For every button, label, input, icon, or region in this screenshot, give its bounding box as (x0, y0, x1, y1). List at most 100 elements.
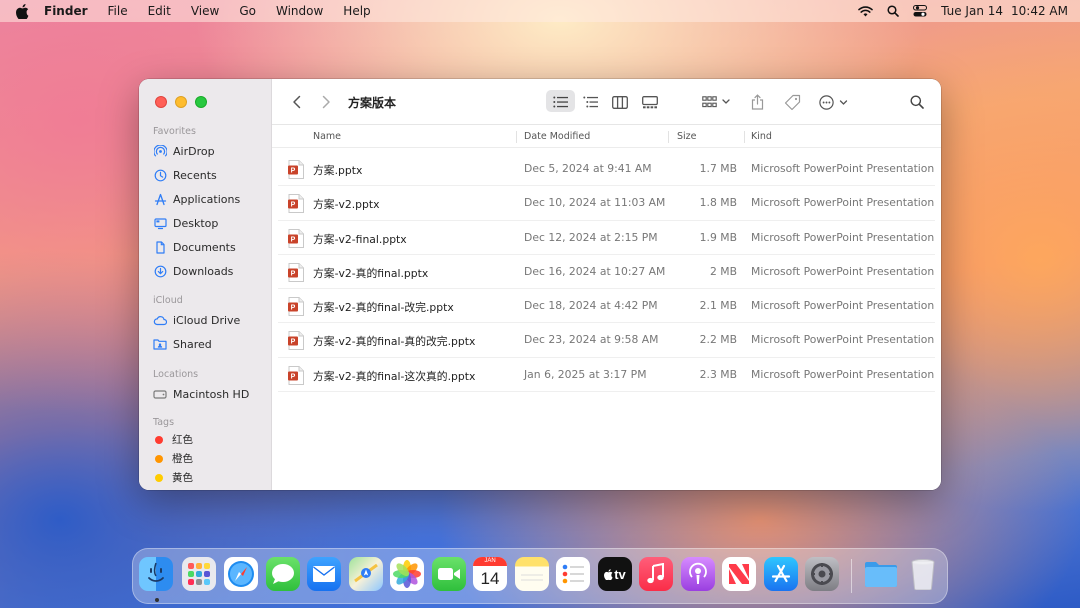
music-dock-icon[interactable] (639, 557, 673, 591)
search-button[interactable] (909, 79, 925, 125)
tag-button[interactable] (782, 79, 802, 125)
file-kind: Microsoft PowerPoint Presentation (751, 162, 935, 175)
sidebar-item-recents[interactable]: Recents (139, 163, 272, 187)
wifi-icon[interactable] (858, 5, 873, 17)
tag-label-red: 红色 (172, 434, 193, 446)
sidebar-label-documents: Documents (173, 240, 236, 254)
folder-dock-icon[interactable] (864, 557, 898, 591)
column-date-modified[interactable]: Date Modified (524, 131, 590, 142)
sidebar: Favorites AirDrop Recents Applications D… (139, 79, 272, 490)
column-size[interactable]: Size (677, 131, 697, 142)
file-name: 方案-v2-真的final-改完.pptx (313, 301, 454, 315)
file-name: 方案-v2-真的final.pptx (313, 266, 429, 280)
file-row[interactable]: P 方案.pptx Dec 5, 2024 at 9:41 AM 1.7 MB Micr… (272, 152, 941, 187)
messages-dock-icon[interactable] (266, 557, 300, 591)
column-divider[interactable] (668, 131, 669, 143)
menu-help[interactable]: Help (333, 4, 380, 18)
back-button[interactable] (288, 79, 304, 125)
sidebar-tag-red[interactable]: 红色 (139, 430, 272, 449)
finder-window: Favorites AirDrop Recents Applications D… (139, 79, 941, 490)
outline-view-button[interactable] (582, 79, 599, 125)
finder-dock-icon[interactable] (139, 557, 173, 591)
trash-dock-icon[interactable] (906, 557, 940, 591)
file-name: 方案-v2.pptx (313, 198, 380, 212)
more-actions-button[interactable] (818, 79, 852, 125)
notes-dock-icon[interactable] (515, 557, 549, 591)
file-row[interactable]: P 方案-v2-真的final.pptx Dec 16, 2024 at 10:27… (272, 255, 941, 290)
menubar-time[interactable]: 10:42 AM (1011, 4, 1068, 18)
sidebar-item-applications[interactable]: Applications (139, 187, 272, 211)
sidebar-item-desktop[interactable]: Desktop (139, 211, 272, 235)
icloud-section: iCloud iCloud Drive Shared (139, 294, 272, 356)
calendar-dock-icon[interactable]: JAN 14 (473, 557, 507, 591)
group-button[interactable] (701, 79, 733, 125)
chevron-left-icon (292, 95, 300, 109)
maps-dock-icon[interactable] (349, 557, 383, 591)
sidebar-tag-yellow[interactable]: 黄色 (139, 468, 272, 487)
svg-text:P: P (291, 270, 296, 277)
file-size: 1.9 MB (699, 230, 737, 244)
pptx-file-icon: P (288, 228, 304, 248)
maximize-button[interactable] (195, 96, 207, 108)
sidebar-label-airdrop: AirDrop (173, 144, 215, 158)
column-view-button[interactable] (611, 79, 628, 125)
podcasts-dock-icon[interactable] (681, 557, 715, 591)
dock: JAN 14 tv (132, 548, 948, 604)
sidebar-item-downloads[interactable]: Downloads (139, 259, 272, 283)
sidebar-item-icloud-drive[interactable]: iCloud Drive (139, 308, 272, 332)
minimize-button[interactable] (175, 96, 187, 108)
download-icon (153, 264, 167, 278)
sidebar-label-shared: Shared (173, 337, 212, 351)
file-row[interactable]: P 方案-v2-final.pptx Dec 12, 2024 at 2:15 PM… (272, 221, 941, 256)
menu-edit[interactable]: Edit (138, 4, 181, 18)
sidebar-item-macintosh-hd[interactable]: Macintosh HD (139, 382, 272, 406)
sidebar-tag-orange[interactable]: 橙色 (139, 449, 272, 468)
column-view-icon (611, 95, 628, 109)
forward-button[interactable] (318, 79, 334, 125)
sidebar-item-airdrop[interactable]: AirDrop (139, 139, 272, 163)
launchpad-dock-icon[interactable] (182, 557, 216, 591)
menubar-date[interactable]: Tue Jan 14 (941, 4, 1003, 18)
file-name: 方案-v2-真的final-真的改完.pptx (313, 335, 476, 349)
tv-dock-icon[interactable]: tv (598, 557, 632, 591)
menu-view[interactable]: View (181, 4, 229, 18)
column-name[interactable]: Name (313, 131, 341, 142)
svg-text:P: P (291, 236, 296, 243)
safari-dock-icon[interactable] (224, 557, 258, 591)
icloud-heading: iCloud (153, 295, 183, 306)
file-row[interactable]: P 方案-v2.pptx Dec 10, 2024 at 11:03 AM 1.8 M… (272, 186, 941, 221)
menu-file[interactable]: File (98, 4, 138, 18)
close-button[interactable] (155, 96, 167, 108)
file-kind: Microsoft PowerPoint Presentation (751, 367, 935, 381)
calendar-month-label: JAN (473, 557, 507, 566)
gallery-view-button[interactable] (641, 79, 658, 125)
photos-dock-icon[interactable] (390, 557, 424, 591)
menu-go[interactable]: Go (229, 4, 266, 18)
system-settings-dock-icon[interactable] (805, 557, 839, 591)
apple-menu-icon[interactable] (0, 3, 44, 19)
sidebar-item-shared[interactable]: Shared (139, 332, 272, 356)
favorites-heading: Favorites (153, 126, 196, 137)
control-center-icon[interactable] (913, 5, 928, 17)
column-divider[interactable] (744, 131, 745, 143)
spotlight-search-icon[interactable] (887, 5, 899, 17)
menu-window[interactable]: Window (266, 4, 333, 18)
red-tag-dot (155, 435, 163, 444)
favorites-section: Favorites AirDrop Recents Applications D… (139, 125, 272, 283)
app-store-dock-icon[interactable] (764, 557, 798, 591)
file-row[interactable]: P 方案-v2-真的final-改完.pptx Dec 18, 2024 at 4:… (272, 289, 941, 324)
pptx-file-icon: P (288, 262, 304, 282)
file-row[interactable]: P 方案-v2-真的final-这次真的.pptx Jan 6, 2025 at 3… (272, 358, 941, 393)
menu-finder[interactable]: Finder (44, 4, 98, 18)
news-dock-icon[interactable] (722, 557, 756, 591)
facetime-dock-icon[interactable] (432, 557, 466, 591)
file-row[interactable]: P 方案-v2-真的final-真的改完.pptx Dec 23, 2024 at … (272, 323, 941, 359)
share-button[interactable] (749, 79, 765, 125)
column-kind[interactable]: Kind (751, 131, 772, 142)
sidebar-label-recents: Recents (173, 168, 217, 182)
column-divider[interactable] (516, 131, 517, 143)
list-view-button[interactable] (552, 79, 569, 125)
mail-dock-icon[interactable] (307, 557, 341, 591)
sidebar-item-documents[interactable]: Documents (139, 235, 272, 259)
reminders-dock-icon[interactable] (556, 557, 590, 591)
